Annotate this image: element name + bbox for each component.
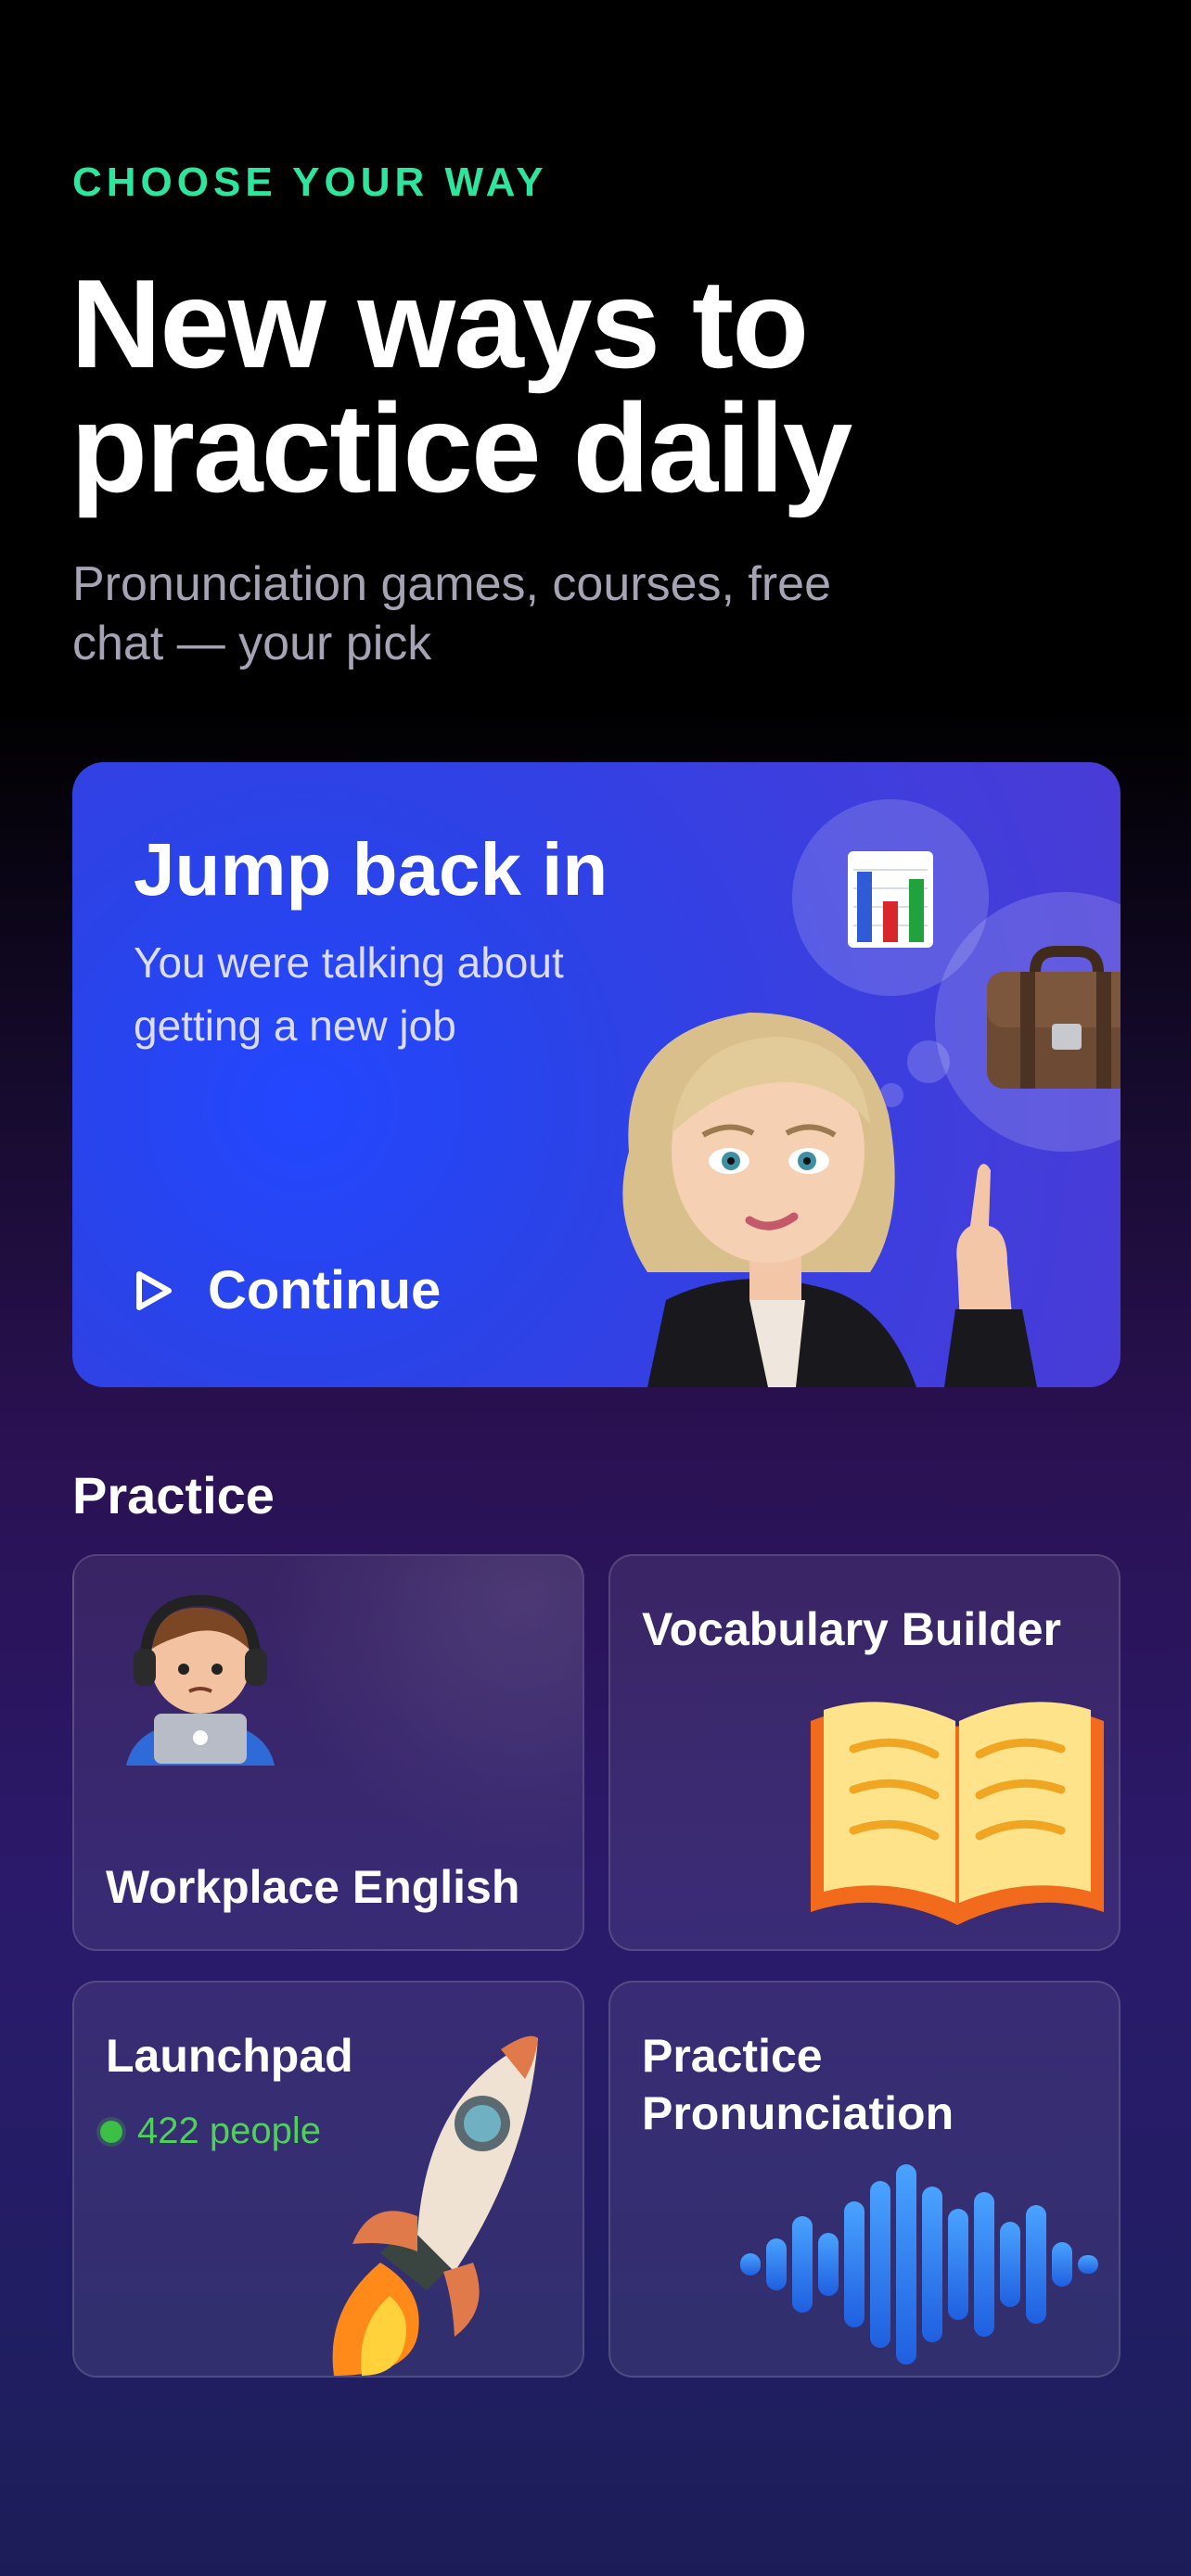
sound-wave-icon [740, 2164, 1098, 2365]
open-book-icon [811, 1702, 1104, 1925]
continue-button-label: Continue [208, 1260, 442, 1320]
launchpad-card[interactable]: Launchpad 422 people [72, 1981, 584, 2378]
page-subtitle: Pronunciation games, courses, free chat … [72, 555, 944, 673]
hero-subtitle-line1: You were talking about [134, 938, 564, 987]
continue-button[interactable]: Continue [134, 1259, 441, 1321]
page-title-line1: New ways to [70, 253, 809, 394]
kicker-label: CHOOSE YOUR WAY [72, 159, 548, 205]
practice-pronunciation-label-line2: Pronunciation [642, 2087, 954, 2139]
practice-section-title: Practice [72, 1466, 275, 1524]
hero-subtitle-line2: getting a new job [134, 1001, 456, 1050]
vocabulary-builder-label: Vocabulary Builder [642, 1603, 1061, 1655]
tutor-avatar-illustration [622, 1013, 1037, 1387]
practice-pronunciation-card[interactable]: Practice Pronunciation [608, 1981, 1121, 2378]
hero-subtitle: You were talking about getting a new job [134, 931, 653, 1057]
practice-pronunciation-label: Practice Pronunciation [642, 2027, 954, 2142]
page-subtitle-line1: Pronunciation games, courses, free [72, 557, 831, 611]
bar-chart-icon [848, 851, 933, 948]
online-count-label: 422 people [137, 2111, 321, 2151]
online-status-dot [100, 2120, 122, 2143]
play-icon [136, 1270, 172, 1310]
practice-pronunciation-label-line1: Practice [642, 2030, 823, 2082]
page-title: New ways to practice daily [70, 253, 1091, 518]
vocabulary-builder-card[interactable]: Vocabulary Builder [608, 1554, 1121, 1951]
workplace-english-label: Workplace English [106, 1861, 520, 1913]
hero-title: Jump back in [134, 828, 608, 911]
page-title-line2: practice daily [70, 377, 852, 518]
jump-back-in-card[interactable]: Jump back in You were talking about gett… [72, 762, 1121, 1387]
rocket-icon [332, 2035, 538, 2376]
developer-with-headphones-icon [126, 1594, 275, 1766]
online-count: 422 people [100, 2111, 321, 2152]
page-subtitle-line2: chat — your pick [72, 617, 432, 670]
workplace-english-card[interactable]: Workplace English [72, 1554, 584, 1951]
